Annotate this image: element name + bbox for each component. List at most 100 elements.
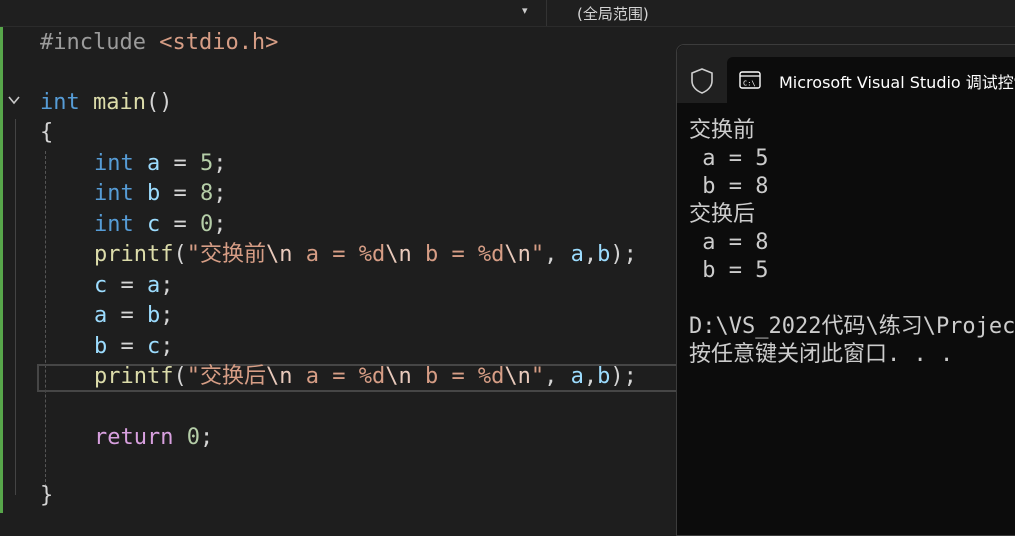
output-line: a = 8 (689, 230, 769, 255)
semicolon: ; (213, 151, 227, 176)
semicolon: ; (213, 181, 227, 206)
number: 5 (200, 151, 214, 176)
variable: a (147, 273, 161, 298)
include-header: <stdio.h> (159, 30, 279, 55)
variable: a (94, 303, 108, 328)
console-tab-label: Microsoft Visual Studio 调试控制台 (779, 73, 1015, 92)
output-line: b = 8 (689, 174, 769, 199)
string-literal: "交换后 (186, 364, 266, 389)
variable: a (147, 151, 161, 176)
keyword: int (40, 90, 80, 115)
punctuation: ( (173, 364, 187, 389)
code-line-7: int c = 0; (94, 210, 227, 240)
editor-navigation-bar: ▾ (全局范围) (0, 0, 1015, 27)
escape-sequence: \n (385, 242, 412, 267)
punctuation: , (544, 242, 571, 267)
function-name: main (93, 90, 146, 115)
operator: = (160, 212, 200, 237)
function-name: printf (94, 242, 174, 267)
semicolon: ; (160, 273, 174, 298)
debug-console-window[interactable]: C:\ Microsoft Visual Studio 调试控制台 交换前 a … (676, 44, 1015, 536)
string-literal: " (530, 242, 545, 267)
keyword: int (94, 151, 134, 176)
escape-sequence: \n (265, 364, 293, 389)
code-line-3: int main() (40, 88, 172, 118)
string-literal: a = %d (292, 364, 386, 389)
operator: = (107, 273, 147, 298)
semicolon: ; (213, 212, 227, 237)
string-literal: " (530, 364, 545, 389)
code-line-5: int a = 5; (94, 149, 227, 179)
code-line-10: a = b; (94, 301, 174, 331)
variable: c (147, 212, 161, 237)
output-line: a = 5 (689, 146, 769, 171)
shield-icon (691, 68, 713, 94)
variable: b (147, 303, 161, 328)
operator: = (160, 181, 200, 206)
variable: c (147, 334, 161, 359)
punctuation: ); (610, 242, 637, 267)
escape-sequence: \n (504, 242, 531, 267)
variable: b (147, 181, 161, 206)
shield-tab[interactable] (677, 57, 727, 103)
string-literal: b = %d (411, 242, 505, 267)
file-scope-dropdown[interactable]: ▾ (0, 0, 540, 26)
semicolon: ; (199, 425, 214, 450)
console-tab[interactable]: C:\ Microsoft Visual Studio 调试控制台 (727, 57, 1015, 103)
change-indicator-bar (0, 27, 3, 513)
code-line-12: printf("交换后\n a = %d\n b = %d\n", a,b); (94, 362, 637, 392)
punctuation: , (583, 242, 598, 267)
string-literal: "交换前 (186, 242, 266, 267)
open-brace: { (40, 120, 54, 145)
semicolon: ; (160, 303, 174, 328)
close-brace: } (40, 483, 54, 508)
string-literal: b = %d (411, 364, 505, 389)
variable: b (597, 364, 611, 389)
punctuation: , (544, 364, 571, 389)
code-line-6: int b = 8; (94, 179, 227, 209)
function-name: printf (94, 364, 174, 389)
output-line: 交换前 (689, 118, 756, 143)
outline-guide (15, 119, 16, 495)
cmd-terminal-icon: C:\ (739, 71, 761, 89)
escape-sequence: \n (504, 364, 531, 389)
collapse-chevron-icon[interactable] (7, 93, 21, 107)
output-line: b = 5 (689, 258, 769, 283)
operator: = (107, 303, 147, 328)
scope-label: (全局范围) (577, 5, 649, 23)
variable: c (94, 273, 108, 298)
code-line-9: c = a; (94, 271, 174, 301)
number: 8 (200, 181, 214, 206)
indent-guide (45, 151, 46, 487)
variable: a (570, 364, 584, 389)
console-title-bar: C:\ Microsoft Visual Studio 调试控制台 (677, 45, 1015, 103)
string-literal: a = %d (292, 242, 386, 267)
variable: b (597, 242, 611, 267)
code-line-1: #include <stdio.h> (40, 28, 278, 58)
punctuation: () (145, 90, 173, 115)
punctuation: ( (173, 242, 187, 267)
code-line-4: { (40, 118, 53, 148)
operator: = (107, 334, 147, 359)
number: 0 (200, 212, 214, 237)
code-line-11: b = c; (94, 332, 174, 362)
keyword: int (94, 181, 134, 206)
output-line: 交换后 (689, 202, 756, 227)
semicolon: ; (160, 334, 174, 359)
console-output: 交换前 a = 5 b = 8 交换后 a = 8 b = 5 D:\VS_20… (689, 117, 1015, 369)
code-line-16: } (40, 481, 53, 511)
variable: b (94, 334, 108, 359)
code-line-8: printf("交换前\n a = %d\n b = %d\n", a,b); (94, 240, 637, 270)
escape-sequence: \n (265, 242, 293, 267)
chevron-down-icon[interactable]: ▾ (522, 4, 528, 17)
output-line: 按任意键关闭此窗口. . . (689, 342, 954, 367)
function-scope-dropdown[interactable]: (全局范围) (546, 0, 1015, 26)
operator: = (160, 151, 200, 176)
code-line-14: return 0; (94, 423, 213, 453)
escape-sequence: \n (385, 364, 412, 389)
output-line: D:\VS_2022代码\练习\Project (689, 314, 1015, 339)
keyword-return: return (94, 425, 174, 450)
